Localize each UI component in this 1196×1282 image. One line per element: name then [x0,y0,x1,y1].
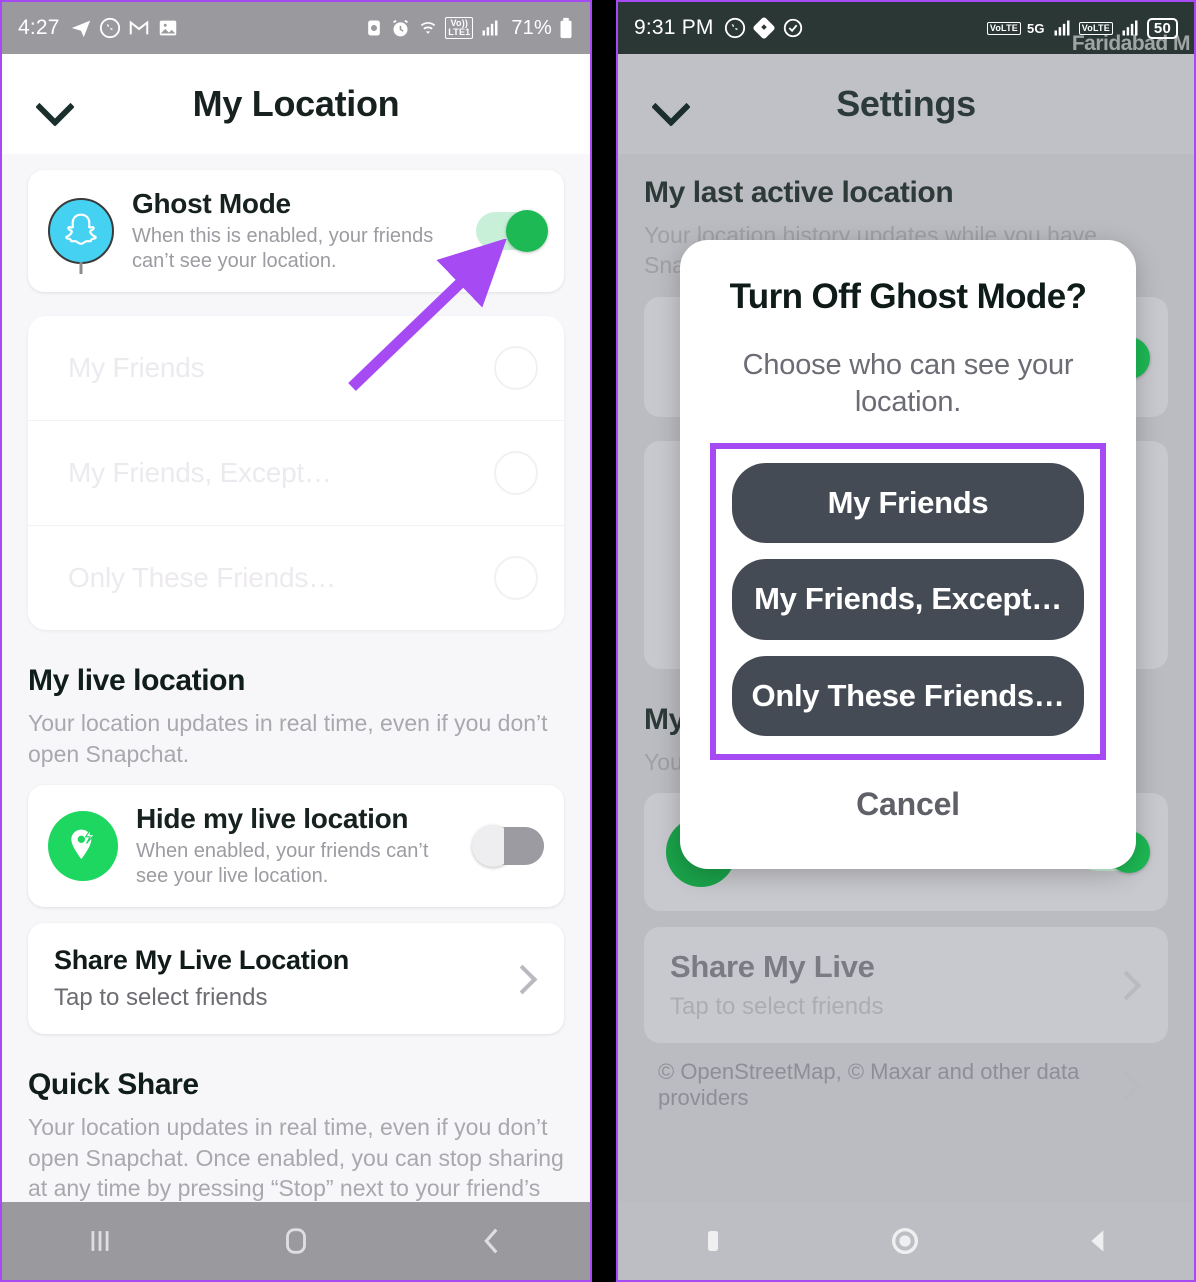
battery-icon [560,17,572,39]
option-label: Only These Friends… [68,562,337,594]
status-time: 9:31 PM [634,16,714,39]
ghost-mode-title: Ghost Mode [132,188,291,219]
list-item[interactable]: Only These Friends… [28,526,564,630]
page-title: My Location [192,83,400,124]
share-icon [753,17,775,39]
battery-percent: 50 [1146,17,1178,39]
right-status-bar: 9:31 PM VoLTE 5G VoLTE 50 Faridabad M [618,2,1194,55]
volte-badge: Vo)) LTE1 [445,17,474,39]
option-label: My Friends [68,352,205,384]
right-app-body: Settings My last active location Your lo… [618,54,1194,1206]
audience-options-card: My Friends My Friends, Except… Only Thes… [28,316,564,631]
right-phone-panel: 9:31 PM VoLTE 5G VoLTE 50 Faridabad M Se… [616,0,1196,1282]
hide-live-location-toggle[interactable] [472,825,544,868]
volte-badge-2: VoLTE [1078,21,1113,35]
cancel-button[interactable]: Cancel [710,760,1106,841]
photos-icon [159,20,176,36]
radio-icon[interactable] [494,346,538,391]
alarm-icon [393,19,409,36]
live-location-section-desc: Your location updates in real time, even… [28,710,548,767]
toggle-knob [472,825,514,868]
check-circle-icon [783,18,802,38]
my-friends-button[interactable]: My Friends [732,462,1084,544]
gmail-icon [129,20,148,35]
my-friends-except-button[interactable]: My Friends, Except… [732,559,1084,640]
signal-bars-icon-2 [1122,20,1138,36]
ghost-stand [79,262,83,275]
ghost-mode-subtitle: When this is enabled, your friends can’t… [132,225,434,273]
home-icon[interactable] [888,1224,922,1258]
hide-live-location-title: Hide my live location [136,803,409,835]
signal-bars-icon [1054,20,1070,36]
ghost-mode-card[interactable]: Ghost Mode When this is enabled, your fr… [28,170,564,293]
turn-off-ghost-mode-dialog: Turn Off Ghost Mode? Choose who can see … [680,240,1136,869]
status-time: 4:27 [18,16,60,39]
list-item[interactable]: My Friends, Except… [28,421,564,527]
left-app-body: My Location Ghost Mode When this is enab… [2,54,590,1206]
home-icon[interactable] [279,1224,313,1258]
left-app-header: My Location [2,54,590,154]
quick-share-section-desc: Your location updates in real time, even… [28,1114,564,1206]
list-item[interactable]: My Friends [28,316,564,422]
live-location-section-title: My live location [28,664,245,698]
wifi-icon [420,22,436,34]
snapchat-ghost-icon [48,198,114,275]
back-icon[interactable] [475,1224,509,1258]
battery-percent: 71% [511,16,552,39]
options-highlight-box: My Friends My Friends, Except… Only Thes… [710,442,1106,760]
whatsapp-icon [99,17,120,39]
share-live-location-title: Share My Live Location [54,945,349,976]
signal-bars-icon [482,20,498,36]
whatsapp-icon [724,17,745,39]
network-5g-label: 5G [1026,20,1045,36]
quick-share-section-title: Quick Share [28,1068,199,1102]
volte-badge: VoLTE [986,21,1021,35]
screen-record-icon [368,20,381,36]
location-pin-bolt-icon [48,811,118,882]
radio-icon[interactable] [494,556,538,601]
dialog-title: Turn Off Ghost Mode? [729,277,1087,316]
dialog-subtitle: Choose who can see your location. [742,348,1074,418]
chevron-right-icon[interactable] [512,969,532,989]
telegram-icon [71,20,90,38]
hide-live-location-card[interactable]: Hide my live location When enabled, your… [28,785,564,908]
left-system-nav [2,1202,590,1280]
left-phone-panel: 4:27 Vo)) LTE1 71% My Location Ghost Mod… [0,0,592,1282]
left-status-bar: 4:27 Vo)) LTE1 71% [2,2,590,54]
share-live-location-card[interactable]: Share My Live Location Tap to select fri… [28,923,564,1035]
radio-icon[interactable] [494,451,538,496]
back-icon[interactable] [1082,1225,1114,1257]
right-system-nav [618,1202,1194,1280]
option-label: My Friends, Except… [68,457,332,489]
recents-icon[interactable] [698,1226,728,1256]
left-scroll-area: Ghost Mode When this is enabled, your fr… [2,170,590,1206]
recents-icon[interactable] [83,1224,117,1258]
only-these-friends-button[interactable]: Only These Friends… [732,655,1084,736]
dialog-scrim: Turn Off Ghost Mode? Choose who can see … [618,54,1194,1206]
screenshot-stage: 4:27 Vo)) LTE1 71% My Location Ghost Mod… [0,0,1196,1282]
share-live-location-subtitle: Tap to select friends [54,984,268,1012]
ghost-mode-toggle[interactable] [476,210,548,253]
toggle-knob [506,210,548,253]
hide-live-location-subtitle: When enabled, your friends can’t see you… [136,840,429,888]
